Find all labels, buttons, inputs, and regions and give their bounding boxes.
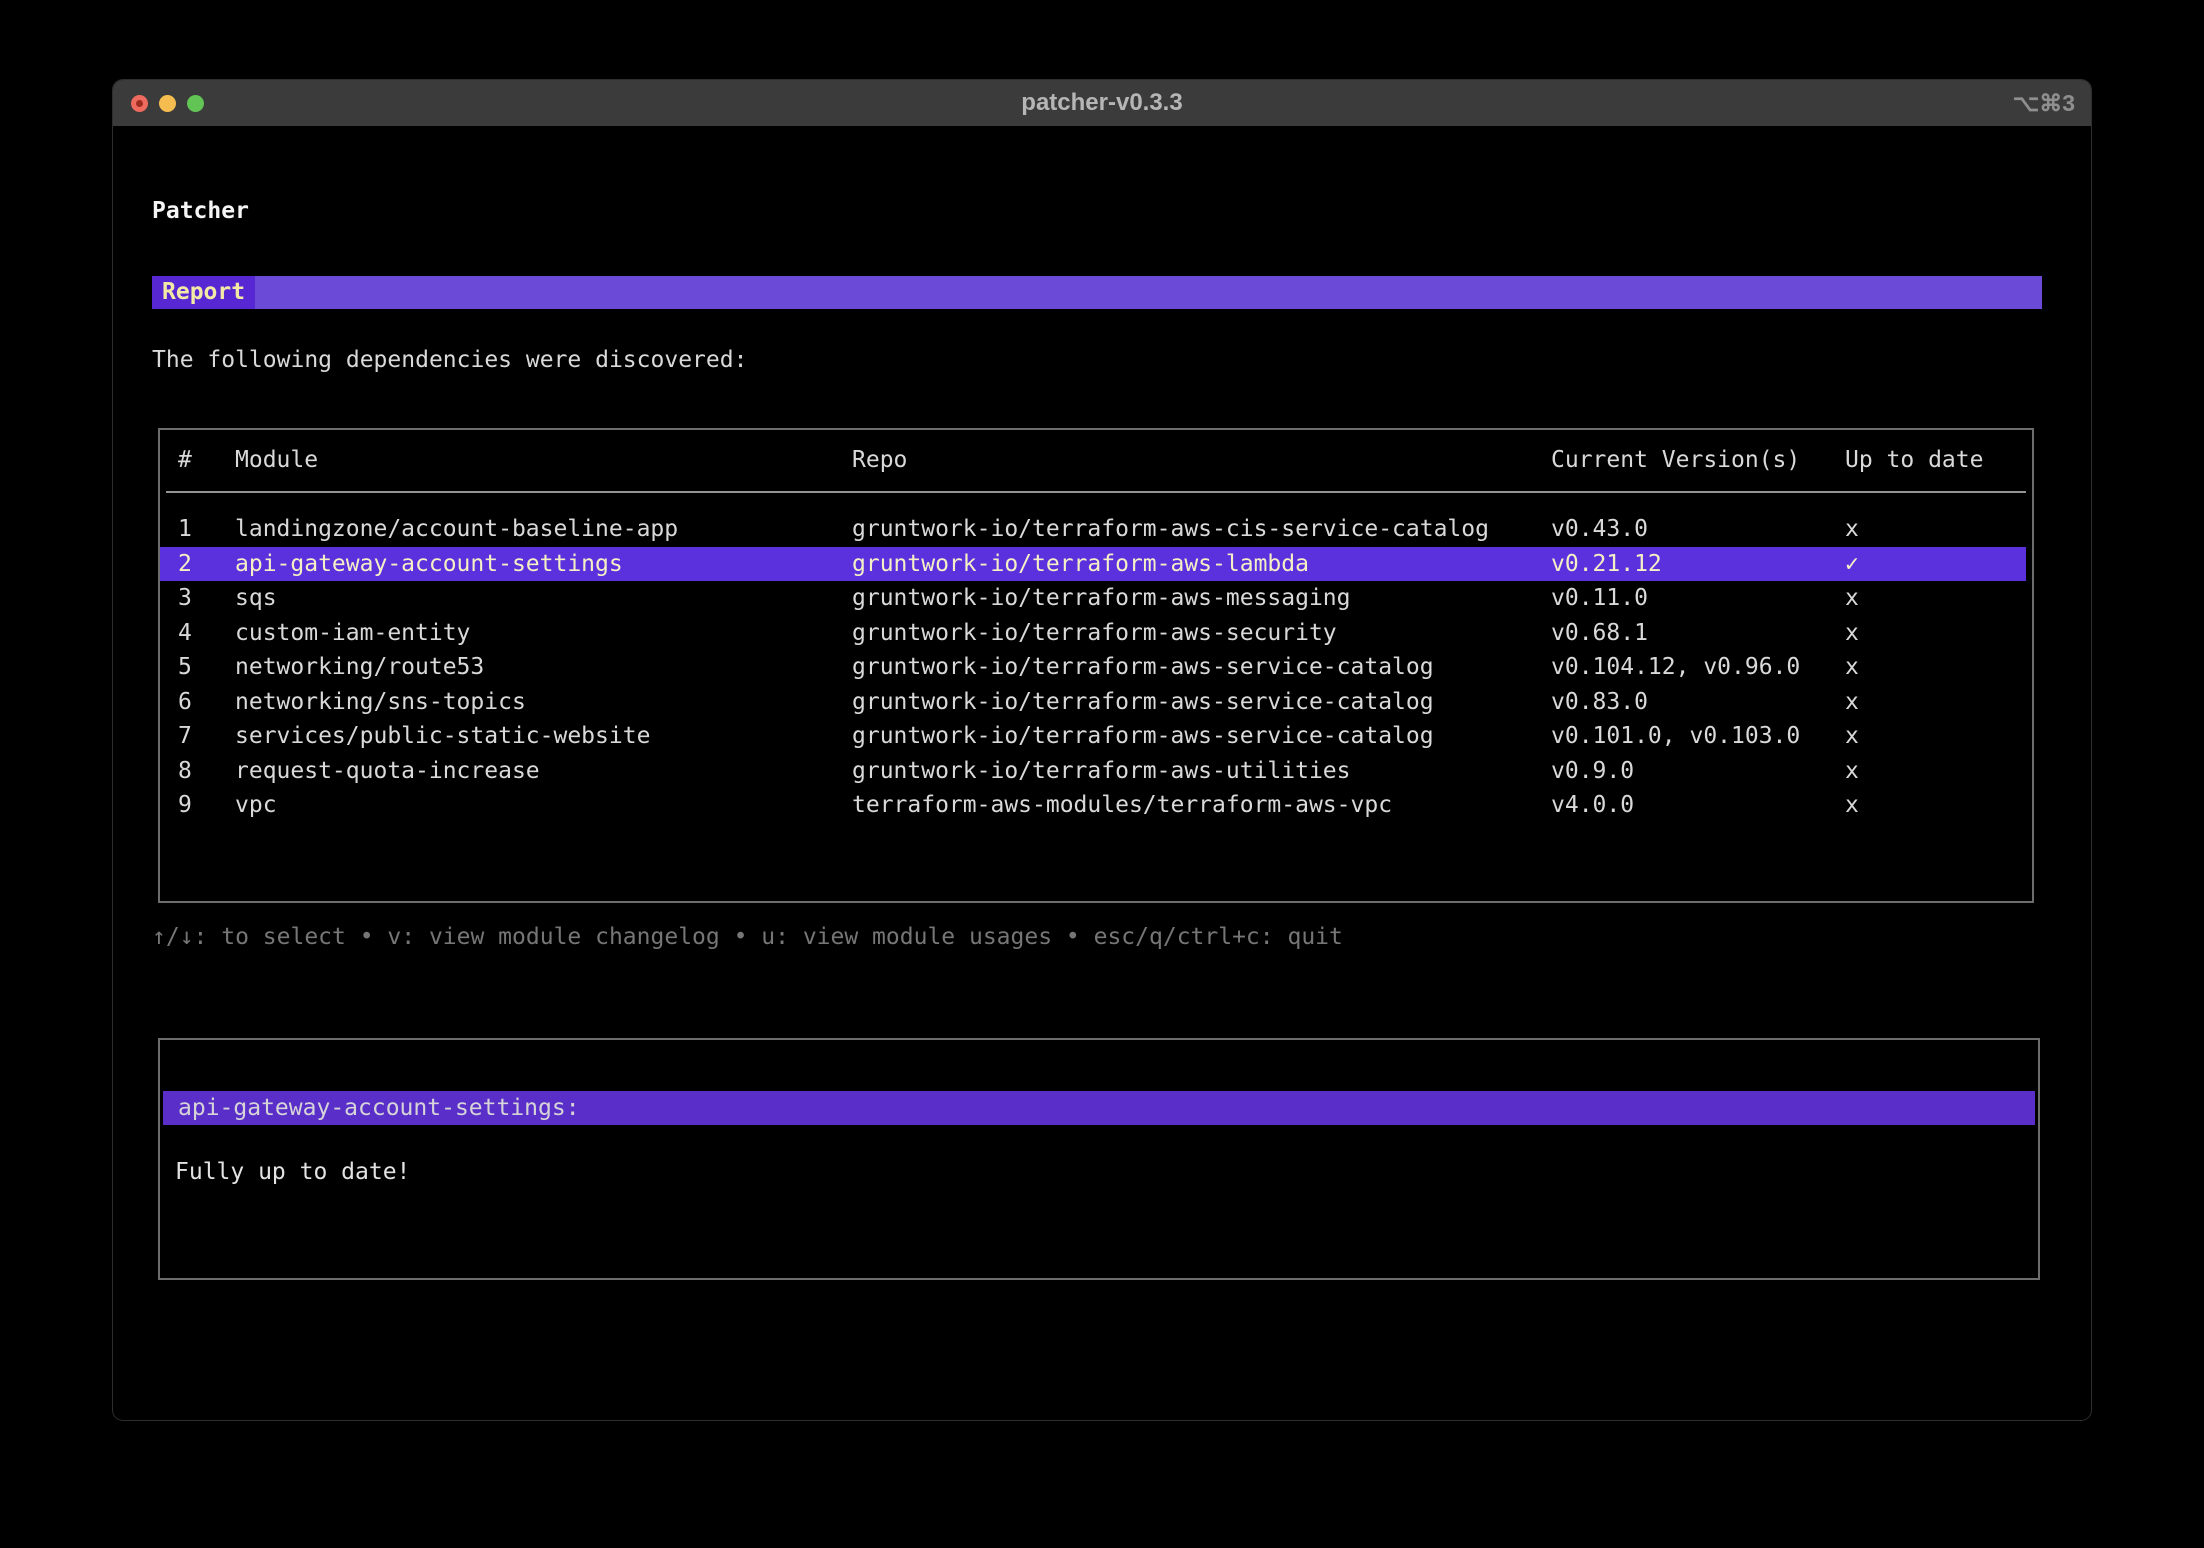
row-repo: gruntwork-io/terraform-aws-service-catal…	[852, 654, 1434, 680]
row-version: v0.21.12	[1551, 550, 1662, 577]
row-number: 4	[178, 619, 192, 646]
row-version: v0.104.12, v0.96.0	[1551, 654, 1801, 680]
table-row[interactable]: 3 sqs gruntwork-io/terraform-aws-messagi…	[160, 581, 2026, 616]
row-number: 1	[178, 516, 192, 542]
table-row[interactable]: 2 api-gateway-account-settings gruntwork…	[160, 546, 2026, 581]
table-row[interactable]: 6 networking/sns-topics gruntwork-io/ter…	[160, 685, 2026, 720]
table-row[interactable]: 8 request-quota-increase gruntwork-io/te…	[160, 754, 2026, 789]
row-module: request-quota-increase	[235, 757, 540, 784]
intro-text: The following dependencies were discover…	[152, 347, 748, 373]
row-number: 7	[178, 723, 192, 749]
col-header-version: Current Version(s)	[1551, 447, 1801, 473]
close-button[interactable]	[131, 94, 148, 112]
row-repo: gruntwork-io/terraform-aws-lambda	[852, 550, 1309, 577]
traffic-lights	[113, 94, 204, 112]
titlebar[interactable]: patcher-v0.3.3 ⌥⌘3	[113, 80, 2091, 126]
table-row[interactable]: 1 landingzone/account-baseline-app grunt…	[160, 512, 2026, 547]
row-module: sqs	[235, 585, 277, 611]
row-number: 9	[178, 792, 192, 818]
col-header-repo: Repo	[852, 447, 908, 473]
detail-title-bar: api-gateway-account-settings:	[163, 1091, 2035, 1125]
col-header-uptodate: Up to date	[1845, 447, 1984, 473]
app-window: patcher-v0.3.3 ⌥⌘3 Patcher Report The fo…	[113, 80, 2091, 1420]
row-number: 6	[178, 688, 192, 715]
tab-report[interactable]: Report	[152, 276, 256, 309]
row-uptodate-mark: x	[1845, 792, 1859, 818]
dependency-table: # Module Repo Current Version(s) Up to d…	[158, 428, 2034, 903]
row-repo: terraform-aws-modules/terraform-aws-vpc	[852, 792, 1393, 818]
row-uptodate-mark: ✓	[1845, 550, 1859, 577]
row-module: networking/sns-topics	[235, 688, 526, 715]
row-uptodate-mark: x	[1845, 654, 1859, 680]
row-module: api-gateway-account-settings	[235, 550, 623, 577]
report-banner: Report	[152, 276, 2042, 309]
help-bar: ↑/↓: to select • v: view module changelo…	[152, 924, 1343, 950]
window-title: patcher-v0.3.3	[1021, 89, 1183, 116]
row-module: networking/route53	[235, 654, 485, 680]
table-rows: 1 landingzone/account-baseline-app grunt…	[160, 512, 2032, 823]
window-shortcut-badge: ⌥⌘3	[2012, 90, 2075, 116]
row-number: 5	[178, 654, 192, 680]
row-module: vpc	[235, 792, 277, 818]
detail-body: Fully up to date!	[175, 1159, 411, 1185]
table-row[interactable]: 4 custom-iam-entity gruntwork-io/terrafo…	[160, 616, 2026, 651]
row-repo: gruntwork-io/terraform-aws-messaging	[852, 585, 1351, 611]
header-separator	[166, 491, 2026, 493]
row-version: v0.68.1	[1551, 619, 1648, 646]
table-row[interactable]: 9 vpc terraform-aws-modules/terraform-aw…	[160, 788, 2026, 823]
row-uptodate-mark: x	[1845, 757, 1859, 784]
row-uptodate-mark: x	[1845, 516, 1859, 542]
col-header-num: #	[178, 447, 192, 473]
row-uptodate-mark: x	[1845, 585, 1859, 611]
row-module: custom-iam-entity	[235, 619, 471, 646]
row-number: 8	[178, 757, 192, 784]
terminal-content: Patcher Report The following dependencie…	[113, 126, 2091, 1420]
row-version: v0.101.0, v0.103.0	[1551, 723, 1801, 749]
row-uptodate-mark: x	[1845, 619, 1859, 646]
row-uptodate-mark: x	[1845, 723, 1859, 749]
row-uptodate-mark: x	[1845, 688, 1859, 715]
minimize-button[interactable]	[159, 94, 176, 112]
row-repo: gruntwork-io/terraform-aws-utilities	[852, 757, 1351, 784]
row-repo: gruntwork-io/terraform-aws-security	[852, 619, 1337, 646]
row-version: v0.9.0	[1551, 757, 1635, 784]
row-repo: gruntwork-io/terraform-aws-service-catal…	[852, 723, 1434, 749]
col-header-module: Module	[235, 447, 319, 473]
row-repo: gruntwork-io/terraform-aws-service-catal…	[852, 688, 1434, 715]
row-module: services/public-static-website	[235, 723, 651, 749]
detail-panel: api-gateway-account-settings: Fully up t…	[158, 1038, 2040, 1280]
table-row[interactable]: 5 networking/route53 gruntwork-io/terraf…	[160, 650, 2026, 685]
row-module: landingzone/account-baseline-app	[235, 516, 679, 542]
table-row[interactable]: 7 services/public-static-website gruntwo…	[160, 719, 2026, 754]
modified-dot-icon	[136, 99, 143, 107]
row-version: v0.11.0	[1551, 585, 1648, 611]
row-version: v4.0.0	[1551, 792, 1635, 818]
app-heading: Patcher	[152, 198, 249, 224]
zoom-button[interactable]	[187, 94, 204, 112]
row-number: 2	[178, 550, 192, 577]
row-number: 3	[178, 585, 192, 611]
row-version: v0.43.0	[1551, 516, 1648, 542]
row-repo: gruntwork-io/terraform-aws-cis-service-c…	[852, 516, 1489, 542]
row-version: v0.83.0	[1551, 688, 1648, 715]
table-header-row: # Module Repo Current Version(s) Up to d…	[160, 446, 2026, 474]
